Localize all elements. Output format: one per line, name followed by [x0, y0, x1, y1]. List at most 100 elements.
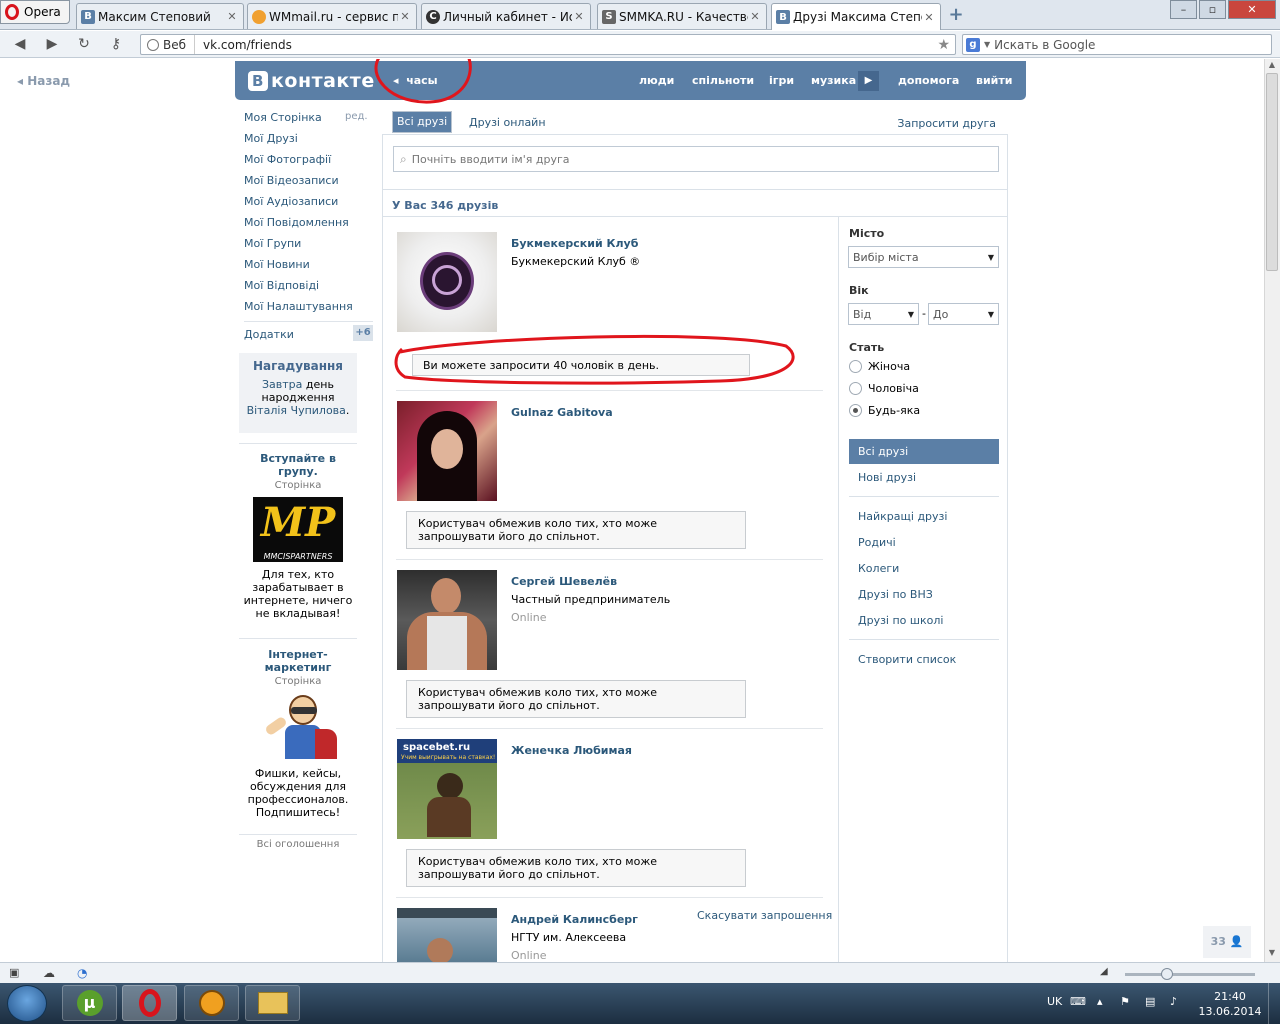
tab-cabinet[interactable]: C Личный кабинет - Ис... ✕	[421, 3, 591, 29]
tab-close-icon[interactable]: ✕	[572, 10, 586, 23]
friend-name[interactable]: Gulnaz Gabitova	[511, 406, 613, 419]
filter-new-friends[interactable]: Нові друзі	[858, 471, 916, 484]
left-menu-audio[interactable]: Мої Аудіозаписи	[244, 195, 338, 208]
left-menu-photos[interactable]: Мої Фотографії	[244, 153, 331, 166]
ad-title[interactable]: Вступайте в групу.	[239, 452, 357, 478]
friend-name[interactable]: Женечка Любимая	[511, 744, 632, 757]
ad-image-cartoon[interactable]	[253, 693, 343, 761]
friend-search-input[interactable]: ⌕ Почніть вводити ім'я друга	[393, 146, 999, 172]
filter-school-friends[interactable]: Друзі по школі	[858, 614, 943, 627]
zoom-out-icon[interactable]: ◢	[1100, 966, 1108, 977]
dropdown-icon[interactable]: ▼	[984, 40, 990, 49]
apps-badge[interactable]: +6	[353, 325, 373, 341]
header-back-link[interactable]: ◂ часы	[393, 74, 438, 87]
friend-avatar-andrey[interactable]	[397, 908, 497, 962]
friend-avatar-sergey[interactable]	[397, 570, 497, 670]
filter-colleagues[interactable]: Колеги	[858, 562, 899, 575]
music-play-icon[interactable]: ▶	[858, 71, 879, 91]
network-icon[interactable]: ▤	[1145, 995, 1155, 1008]
tray-expand-icon[interactable]: ▴	[1097, 995, 1103, 1008]
nav-people[interactable]: люди	[639, 74, 674, 87]
tab-vk-friends[interactable]: B Друзі Максима Степо... ✕	[771, 3, 941, 30]
ad-image-mp[interactable]: MP MMCISPARTNERS	[253, 497, 343, 562]
scroll-up-icon[interactable]: ▲	[1266, 60, 1278, 72]
tab-close-icon[interactable]: ✕	[398, 10, 412, 23]
minimize-icon[interactable]: –	[1170, 0, 1197, 19]
volume-icon[interactable]: ♪	[1170, 995, 1177, 1008]
opera-menu-button[interactable]: Opera	[0, 0, 70, 24]
age-to-select[interactable]: До ▼	[928, 303, 999, 325]
cancel-invitation-link[interactable]: Скасувати запрошення	[697, 909, 832, 922]
nav-help[interactable]: допомога	[898, 74, 959, 87]
search-engine-field[interactable]: g ▼ Искать в Google	[962, 34, 1272, 55]
new-tab-icon[interactable]: +	[946, 5, 966, 25]
explorer-taskbar-icon[interactable]	[245, 985, 300, 1021]
scroll-down-icon[interactable]: ▼	[1266, 948, 1278, 960]
maximize-icon[interactable]: ▫	[1199, 0, 1226, 19]
tab-smmka[interactable]: S SMMKA.RU - Качестве... ✕	[597, 3, 767, 29]
tab-close-icon[interactable]: ✕	[922, 11, 936, 24]
url-field[interactable]: Веб vk.com/friends ★	[140, 34, 956, 55]
back-arrow-icon[interactable]: ◀	[10, 35, 30, 53]
show-desktop-button[interactable]	[1268, 983, 1280, 1024]
zoom-slider[interactable]	[1125, 973, 1255, 976]
bookmark-star-icon[interactable]: ★	[937, 37, 950, 53]
opera-taskbar-icon[interactable]	[122, 985, 177, 1021]
action-center-flag-icon[interactable]: ⚑	[1120, 995, 1130, 1008]
filter-relatives[interactable]: Родичі	[858, 536, 896, 549]
web-mode-badge[interactable]: Веб	[141, 35, 196, 54]
friends-counter-badge[interactable]: 33 👤	[1203, 926, 1251, 958]
tab-close-icon[interactable]: ✕	[225, 10, 239, 23]
vk-logo[interactable]: В контакте	[248, 70, 375, 92]
language-indicator[interactable]: UK	[1047, 995, 1062, 1008]
left-menu-settings[interactable]: Мої Налаштування	[244, 300, 353, 313]
radio-selected-icon[interactable]	[849, 404, 862, 417]
invite-friend-link[interactable]: Запросити друга	[897, 117, 996, 130]
utorrent-taskbar-icon[interactable]: µ	[62, 985, 117, 1021]
left-menu-my-page[interactable]: Моя Сторінка	[244, 111, 322, 124]
aimp-taskbar-icon[interactable]	[184, 985, 239, 1021]
reminder-tomorrow-link[interactable]: Завтра	[262, 378, 302, 391]
radio-circle-icon[interactable]	[849, 382, 862, 395]
zoom-slider-knob[interactable]	[1161, 968, 1173, 980]
panel-toggle-icon[interactable]: ▣	[9, 966, 19, 979]
create-list-link[interactable]: Створити список	[858, 653, 956, 666]
friend-avatar-gulnaz[interactable]	[397, 401, 497, 501]
edit-link[interactable]: ред.	[345, 111, 368, 122]
tab-vk-profile[interactable]: B Максим Степовий ✕	[76, 3, 244, 29]
age-from-select[interactable]: Від ▼	[848, 303, 919, 325]
nav-games[interactable]: ігри	[769, 74, 794, 87]
radio-circle-icon[interactable]	[849, 360, 862, 373]
filter-all-friends[interactable]: Всі друзі	[849, 439, 999, 464]
tab-friends-online[interactable]: Друзі онлайн	[461, 111, 554, 135]
left-menu-videos[interactable]: Мої Відеозаписи	[244, 174, 339, 187]
all-ads-link[interactable]: Всі оголошення	[239, 839, 357, 850]
key-icon[interactable]: ⚷	[106, 35, 126, 53]
left-menu-news[interactable]: Мої Новини	[244, 258, 310, 271]
left-menu-apps[interactable]: Додатки	[244, 328, 294, 341]
cloud-icon[interactable]: ☁	[43, 966, 55, 980]
speed-dial-icon[interactable]: ◔	[77, 966, 87, 980]
filter-university-friends[interactable]: Друзі по ВНЗ	[858, 588, 933, 601]
windows-start-icon[interactable]	[7, 985, 47, 1022]
reminder-name-link[interactable]: Віталія Чупилова	[247, 404, 346, 417]
friend-avatar-zhenechka[interactable]: spacebet.ru Учим выигрывать на ставках!	[397, 739, 497, 839]
google-icon[interactable]: g	[966, 37, 980, 52]
ad-block-marketing[interactable]: Інтернет-маркетинг Сторінка Фишки, кейсы…	[239, 648, 357, 819]
sex-radio-female[interactable]: Жіноча	[849, 360, 910, 373]
nav-logout[interactable]: вийти	[976, 74, 1012, 87]
friend-name[interactable]: Букмекерский Клуб	[511, 237, 638, 250]
left-menu-groups[interactable]: Мої Групи	[244, 237, 301, 250]
sex-radio-any[interactable]: Будь-яка	[849, 404, 920, 417]
taskbar-clock[interactable]: 21:40 13.06.2014	[1198, 989, 1262, 1019]
tab-close-icon[interactable]: ✕	[748, 10, 762, 23]
nav-music[interactable]: музика	[811, 74, 856, 87]
filter-best-friends[interactable]: Найкращі друзі	[858, 510, 947, 523]
forward-arrow-icon[interactable]: ▶	[42, 35, 62, 53]
friend-avatar-bookmaker[interactable]	[397, 232, 497, 332]
url-text[interactable]: vk.com/friends	[195, 38, 292, 52]
nav-communities[interactable]: спільноти	[692, 74, 754, 87]
tab-all-friends[interactable]: Всі друзі	[392, 111, 453, 133]
left-menu-friends[interactable]: Мої Друзі	[244, 132, 298, 145]
friend-name[interactable]: Сергей Шевелёв	[511, 575, 617, 588]
